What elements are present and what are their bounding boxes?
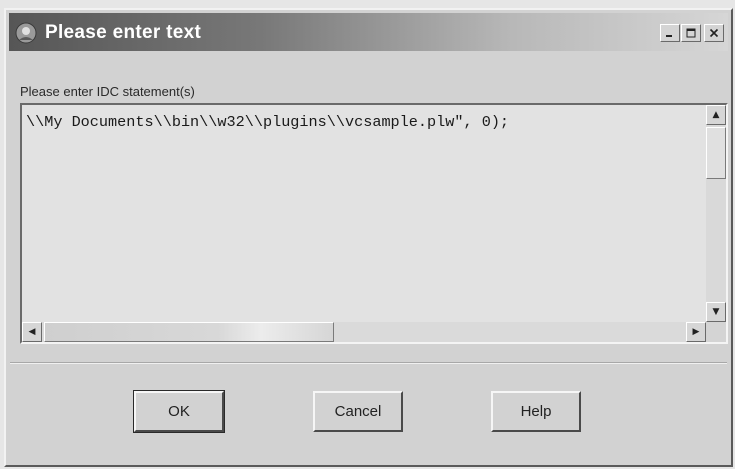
window-title: Please enter text (45, 22, 202, 43)
maximize-icon (686, 28, 696, 38)
ok-button[interactable]: OK (133, 390, 225, 433)
scroll-down-button[interactable]: ▼ (706, 302, 726, 322)
prompt-label: Please enter IDC statement(s) (20, 84, 195, 99)
scrollbar-corner (706, 322, 726, 342)
statement-text[interactable]: \\My Documents\\bin\\w32\\plugins\\vcsam… (26, 113, 509, 131)
arrow-right-icon: ▶ (692, 327, 700, 337)
scroll-right-button[interactable]: ▶ (686, 322, 706, 342)
close-icon (709, 28, 719, 38)
title-bar[interactable]: Please enter text (9, 13, 728, 51)
arrow-left-icon: ◀ (28, 327, 36, 337)
vertical-scroll-thumb[interactable] (706, 127, 726, 179)
help-button[interactable]: Help (491, 391, 581, 432)
minimize-button[interactable] (660, 24, 680, 42)
vertical-scrollbar[interactable]: ▲ ▼ (706, 105, 726, 322)
idc-statement-textarea[interactable]: \\My Documents\\bin\\w32\\plugins\\vcsam… (20, 103, 728, 344)
arrow-up-icon: ▲ (712, 110, 720, 120)
horizontal-scroll-thumb[interactable] (44, 322, 334, 342)
cancel-button[interactable]: Cancel (313, 391, 403, 432)
app-icon (15, 22, 37, 44)
dialog-window: Please enter text Please enter IDC state… (4, 8, 733, 467)
maximize-button[interactable] (681, 24, 701, 42)
arrow-down-icon: ▼ (712, 307, 720, 317)
scroll-left-button[interactable]: ◀ (22, 322, 42, 342)
close-button[interactable] (704, 24, 724, 42)
minimize-icon (666, 35, 672, 37)
divider (10, 362, 727, 364)
scroll-up-button[interactable]: ▲ (706, 105, 726, 125)
horizontal-scrollbar[interactable]: ◀ ▶ (22, 322, 706, 342)
